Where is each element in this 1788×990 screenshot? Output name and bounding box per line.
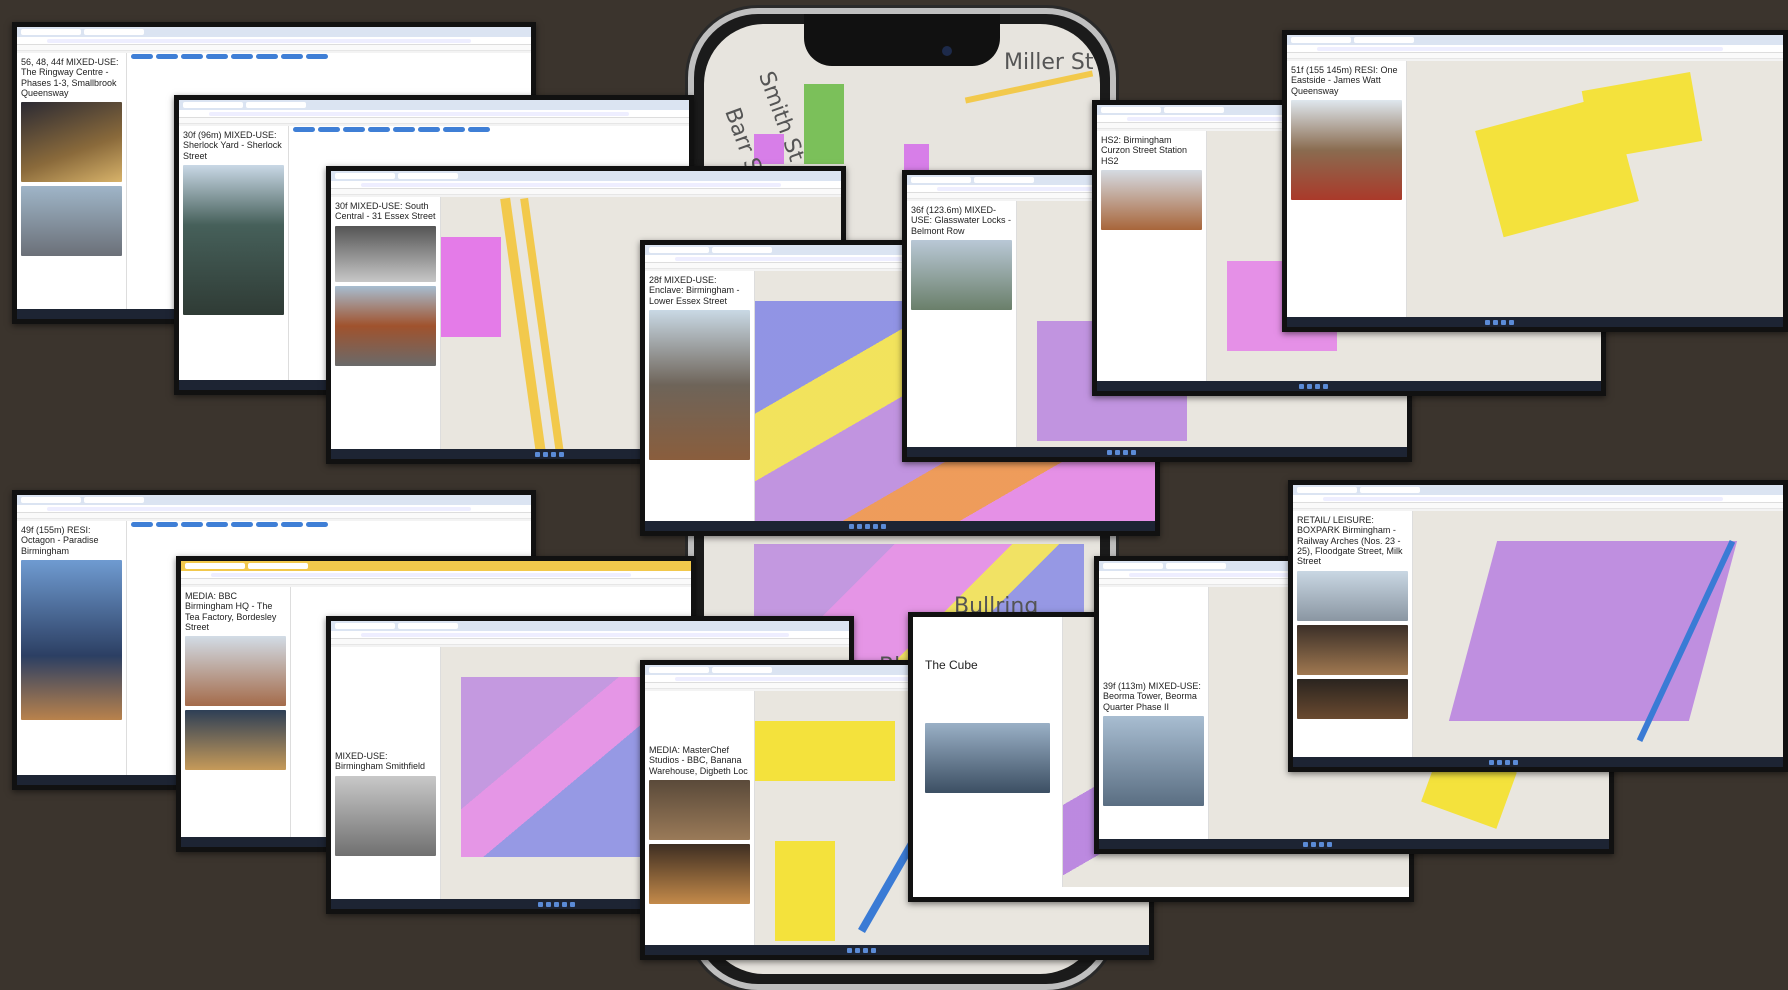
- project-photo: [21, 560, 122, 721]
- info-panel: RETAIL/ LEISURE: BOXPARK Birmingham - Ra…: [1293, 511, 1413, 757]
- project-title: 36f (123.6m) MIXED-USE: Glasswater Locks…: [911, 205, 1012, 236]
- project-title: RETAIL/ LEISURE: BOXPARK Birmingham - Ra…: [1297, 515, 1403, 567]
- project-title: 56, 48, 44f MIXED-USE: The Ringway Centr…: [21, 57, 119, 99]
- project-photo: [925, 722, 1050, 793]
- browser-window[interactable]: 51f (155 145m) RESI: One Eastside - Jame…: [1282, 30, 1788, 332]
- info-panel: MEDIA: BBC Birmingham HQ - The Tea Facto…: [181, 587, 291, 837]
- camera-icon: [942, 46, 952, 56]
- info-panel: 56, 48, 44f MIXED-USE: The Ringway Centr…: [17, 53, 127, 309]
- map-label: Miller St: [1004, 50, 1094, 75]
- project-title: 39f (113m) MIXED-USE: Beorma Tower, Beor…: [1103, 681, 1201, 712]
- project-photo: [21, 186, 122, 257]
- browser-window[interactable]: RETAIL/ LEISURE: BOXPARK Birmingham - Ra…: [1288, 480, 1788, 772]
- project-title: 51f (155 145m) RESI: One Eastside - Jame…: [1291, 65, 1398, 96]
- map-zone-yellow[interactable]: [1581, 71, 1703, 161]
- project-photo: [1297, 678, 1408, 719]
- project-title: MIXED-USE: Birmingham Smithfield: [335, 751, 426, 772]
- project-photo: [649, 310, 750, 461]
- map-view[interactable]: [1413, 511, 1783, 757]
- project-title: 30f (96m) MIXED-USE: Sherlock Yard - She…: [183, 130, 282, 161]
- project-title: 28f MIXED-USE: Enclave: Birmingham - Low…: [649, 275, 740, 306]
- project-title: 30f MIXED-USE: South Central - 31 Essex …: [335, 201, 436, 222]
- project-photo: [185, 636, 286, 707]
- map-view[interactable]: [1407, 61, 1783, 317]
- project-photo: [1297, 624, 1408, 675]
- project-photo: [335, 285, 436, 366]
- map-zone-green[interactable]: [804, 84, 844, 164]
- map-road: [964, 70, 1094, 104]
- project-photo: [21, 102, 122, 183]
- info-panel: 30f (96m) MIXED-USE: Sherlock Yard - She…: [179, 126, 289, 380]
- project-photo: [1101, 170, 1202, 231]
- project-photo: [1103, 716, 1204, 807]
- info-panel: 36f (123.6m) MIXED-USE: Glasswater Locks…: [907, 201, 1017, 447]
- map-zone-cluster[interactable]: [461, 677, 641, 857]
- info-panel: HS2: Birmingham Curzon Street Station HS…: [1097, 131, 1207, 381]
- project-photo: [335, 775, 436, 856]
- info-panel: MIXED-USE: Birmingham Smithfield: [331, 647, 441, 899]
- map-zone-yellow[interactable]: [775, 841, 835, 941]
- phone-notch: [804, 14, 1000, 66]
- project-title: MEDIA: MasterChef Studios - BBC, Banana …: [649, 745, 748, 776]
- info-panel: 51f (155 145m) RESI: One Eastside - Jame…: [1287, 61, 1407, 317]
- project-photo: [649, 844, 750, 905]
- info-panel: 39f (113m) MIXED-USE: Beorma Tower, Beor…: [1099, 587, 1209, 839]
- project-photo: [649, 780, 750, 841]
- project-title: MEDIA: BBC Birmingham HQ - The Tea Facto…: [185, 591, 277, 633]
- project-photo: [1297, 570, 1408, 621]
- info-panel: MEDIA: MasterChef Studios - BBC, Banana …: [645, 691, 755, 945]
- project-photo: [1291, 100, 1402, 201]
- project-title: The Cube: [925, 658, 978, 672]
- project-title: 49f (155m) RESI: Octagon - Paradise Birm…: [21, 525, 99, 556]
- info-panel: 28f MIXED-USE: Enclave: Birmingham - Low…: [645, 271, 755, 521]
- project-photo: [185, 710, 286, 771]
- map-zone-yellow[interactable]: [755, 721, 895, 781]
- project-photo: [335, 225, 436, 282]
- info-panel: 49f (155m) RESI: Octagon - Paradise Birm…: [17, 521, 127, 775]
- project-title: HS2: Birmingham Curzon Street Station HS…: [1101, 135, 1188, 166]
- project-photo: [911, 240, 1012, 311]
- info-panel: The Cube: [913, 617, 1063, 887]
- info-panel: 30f MIXED-USE: South Central - 31 Essex …: [331, 197, 441, 449]
- project-photo: [183, 165, 284, 316]
- map-zone-magenta[interactable]: [441, 237, 501, 337]
